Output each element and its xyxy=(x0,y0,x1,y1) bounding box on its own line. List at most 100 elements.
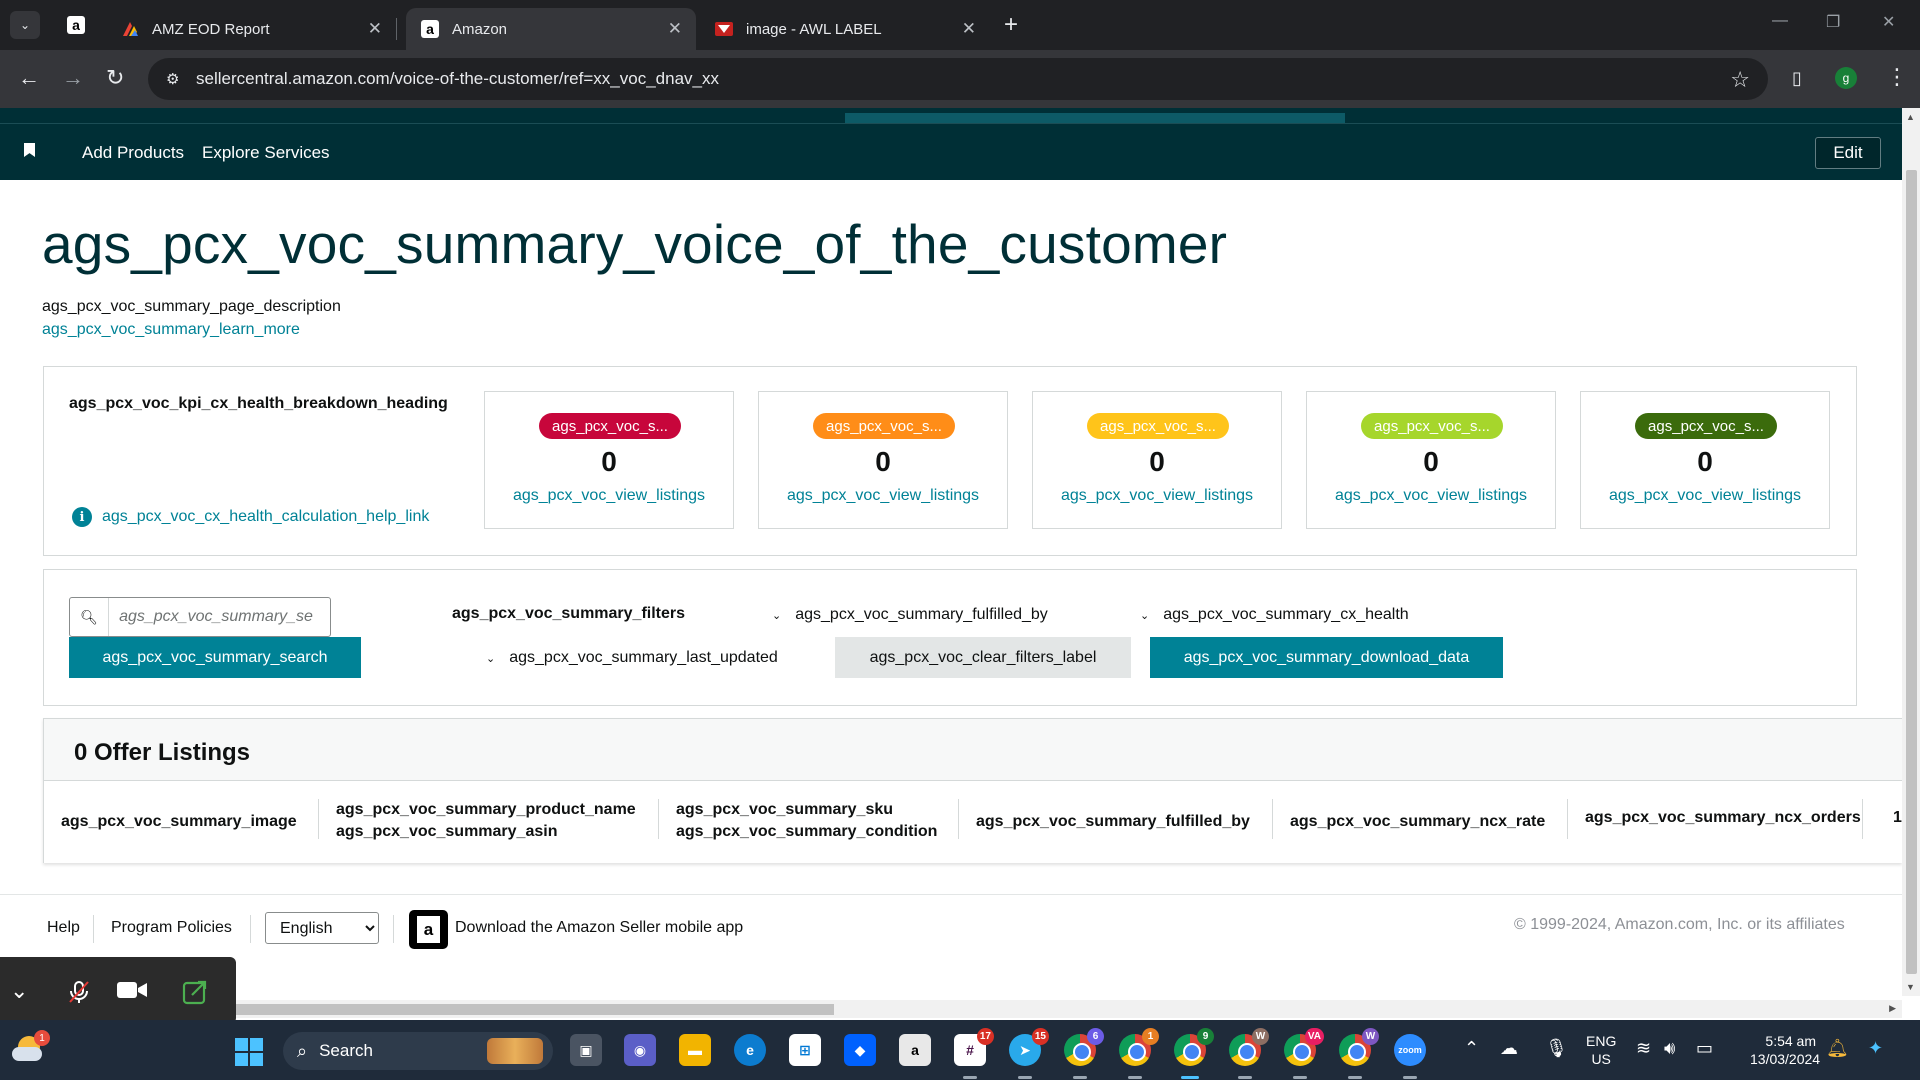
tab-awl-label[interactable]: image - AWL LABEL ✕ xyxy=(700,8,990,50)
scrollbar-thumb[interactable] xyxy=(236,1004,834,1015)
slack-icon[interactable]: # 17 xyxy=(954,1028,994,1066)
file-explorer-icon[interactable]: ▬ xyxy=(679,1034,711,1066)
system-clock[interactable]: 5:54 am 13/03/2024 xyxy=(1750,1032,1820,1068)
footer-help-link[interactable]: Help xyxy=(47,919,80,937)
close-tab-icon[interactable]: ✕ xyxy=(962,19,976,39)
edge-browser-icon[interactable]: e xyxy=(734,1034,766,1066)
language-select[interactable]: English xyxy=(265,912,379,944)
column-header-product-name[interactable]: ags_pcx_voc_summary_product_name ags_pcx_… xyxy=(336,799,636,843)
column-header-truncated[interactable]: 1 xyxy=(1893,807,1902,829)
forward-arrow-icon[interactable]: → xyxy=(62,66,84,90)
view-listings-link[interactable]: ags_pcx_voc_view_listings xyxy=(1581,487,1829,505)
search-button[interactable]: ags_pcx_voc_summary_search xyxy=(69,637,361,678)
notification-bell-icon[interactable]: 🔔︎ xyxy=(1826,1038,1849,1059)
tab-search-dropdown[interactable]: ⌄ xyxy=(10,11,40,39)
view-listings-link[interactable]: ags_pcx_voc_view_listings xyxy=(759,487,1007,505)
edit-nav-button[interactable]: Edit xyxy=(1815,137,1881,169)
chrome-profile-1-icon[interactable]: 6 xyxy=(1064,1028,1104,1066)
column-header-image[interactable]: ags_pcx_voc_summary_image xyxy=(61,811,297,833)
back-arrow-icon[interactable]: ← xyxy=(18,66,40,90)
chrome-profile-6-icon[interactable]: W xyxy=(1339,1028,1379,1066)
copilot-icon[interactable]: ✦ xyxy=(1868,1038,1883,1059)
health-calculation-help-link[interactable]: ags_pcx_voc_cx_health_calculation_help_l… xyxy=(102,508,429,526)
chrome-profile-2-icon[interactable]: 1 xyxy=(1119,1028,1159,1066)
column-header-ncx-rate[interactable]: ags_pcx_voc_summary_ncx_rate xyxy=(1290,811,1545,833)
scroll-right-icon[interactable]: ▶ xyxy=(1889,1003,1896,1014)
reload-icon[interactable]: ↻ xyxy=(106,66,124,90)
language-indicator[interactable]: ENG US xyxy=(1586,1032,1616,1068)
amazon-app-taskbar-icon[interactable]: a xyxy=(899,1034,931,1066)
chrome-profile-4-icon[interactable]: W xyxy=(1229,1028,1269,1066)
mic-off-icon[interactable] xyxy=(66,979,92,1010)
tab-amazon[interactable]: a Amazon ✕ xyxy=(406,8,696,50)
view-listings-link[interactable]: ags_pcx_voc_view_listings xyxy=(1307,487,1555,505)
view-listings-link[interactable]: ags_pcx_voc_view_listings xyxy=(1033,487,1281,505)
url-text: sellercentral.amazon.com/voice-of-the-cu… xyxy=(196,69,719,88)
footer-program-policies-link[interactable]: Program Policies xyxy=(111,919,232,937)
chrome-profile-3-icon[interactable]: 9 xyxy=(1174,1028,1214,1066)
scroll-up-icon[interactable]: ▲ xyxy=(1906,112,1915,122)
battery-icon[interactable]: ▭ xyxy=(1696,1038,1713,1059)
column-header-fulfilled-by[interactable]: ags_pcx_voc_summary_fulfilled_by xyxy=(976,811,1250,833)
microsoft-store-icon[interactable]: ⊞ xyxy=(789,1034,821,1066)
seller-central-nav: Add Products Explore Services Edit xyxy=(0,123,1902,180)
listings-count-title: 0 Offer Listings xyxy=(74,739,251,766)
tray-chevron-up-icon[interactable]: ⌃ xyxy=(1464,1038,1479,1059)
windows-start-icon[interactable] xyxy=(235,1038,263,1066)
horizontal-scrollbar[interactable]: ▶ xyxy=(236,1000,1902,1018)
vertical-scrollbar[interactable]: ▲ ▼ xyxy=(1902,108,1920,996)
windows-taskbar: 1 ⌕ Search ▣ ◉ ▬ e ⊞ ◆ a # 17 ➤ 15 6 1 9… xyxy=(0,1020,1920,1080)
download-app-link[interactable]: Download the Amazon Seller mobile app xyxy=(455,919,743,937)
task-view-icon[interactable]: ▣ xyxy=(570,1034,602,1066)
close-tab-icon[interactable]: ✕ xyxy=(368,19,382,39)
column-divider xyxy=(658,799,659,839)
zoom-icon[interactable]: zoom xyxy=(1394,1034,1426,1066)
clear-filters-button[interactable]: ags_pcx_voc_clear_filters_label xyxy=(835,637,1131,678)
fulfilled-by-dropdown[interactable]: ⌄ ags_pcx_voc_summary_fulfilled_by xyxy=(772,606,1048,624)
restore-icon[interactable]: ❐ xyxy=(1826,12,1840,32)
close-window-icon[interactable]: ✕ xyxy=(1882,12,1895,32)
taskbar-search[interactable]: ⌕ Search xyxy=(283,1032,553,1070)
onedrive-error-icon[interactable]: ☁ xyxy=(1500,1038,1518,1059)
learn-more-link[interactable]: ags_pcx_voc_summary_learn_more xyxy=(42,321,300,339)
amazon-app-icon[interactable]: a xyxy=(409,910,448,949)
bookmark-star-icon[interactable]: ☆ xyxy=(1730,67,1750,93)
column-header-sku[interactable]: ags_pcx_voc_summary_sku ags_pcx_voc_summa… xyxy=(676,799,937,843)
view-listings-link[interactable]: ags_pcx_voc_view_listings xyxy=(485,487,733,505)
chrome-profile-5-icon[interactable]: VA xyxy=(1284,1028,1324,1066)
new-tab-plus-icon[interactable]: + xyxy=(1004,12,1018,38)
wifi-icon[interactable]: ≋ xyxy=(1636,1038,1651,1059)
weather-widget-icon[interactable]: 1 xyxy=(12,1030,50,1066)
seller-central-header-strip xyxy=(0,108,1902,123)
close-tab-icon[interactable]: ✕ xyxy=(668,19,682,39)
collapse-chevron-icon[interactable]: ⌄ xyxy=(10,979,28,1003)
tab-amz-eod-report[interactable]: AMZ EOD Report ✕ xyxy=(106,8,396,50)
share-screen-icon[interactable] xyxy=(182,979,208,1010)
last-updated-dropdown[interactable]: ⌄ ags_pcx_voc_summary_last_updated xyxy=(486,649,778,667)
nav-explore-services[interactable]: Explore Services xyxy=(202,143,330,163)
volume-icon[interactable]: 🔊︎ xyxy=(1664,1038,1675,1059)
address-bar[interactable]: ⚙ sellercentral.amazon.com/voice-of-the-… xyxy=(148,58,1768,100)
kpi-heading: ags_pcx_voc_kpi_cx_health_breakdown_head… xyxy=(69,395,448,412)
nav-add-products[interactable]: Add Products xyxy=(82,143,184,163)
scroll-down-icon[interactable]: ▼ xyxy=(1906,982,1915,992)
video-camera-icon[interactable] xyxy=(116,979,148,1006)
telegram-icon[interactable]: ➤ 15 xyxy=(1009,1028,1049,1066)
scrollbar-thumb[interactable] xyxy=(1906,170,1917,974)
browser-menu-icon[interactable]: ⋮ xyxy=(1886,64,1908,90)
dropbox-icon[interactable]: ◆ xyxy=(844,1034,876,1066)
microphone-icon[interactable]: 🎙︎ xyxy=(1545,1038,1568,1059)
pinned-tab-amazon[interactable]: a xyxy=(58,10,94,40)
teams-meet-icon[interactable]: ◉ xyxy=(624,1034,656,1066)
info-icon: i xyxy=(72,507,92,527)
health-calculation-help[interactable]: i ags_pcx_voc_cx_health_calculation_help… xyxy=(72,507,429,527)
bookmark-icon[interactable] xyxy=(24,143,35,157)
column-header-ncx-orders[interactable]: ags_pcx_voc_summary_ncx_orders xyxy=(1585,807,1861,829)
search-input[interactable] xyxy=(119,608,330,626)
minimize-icon[interactable]: — xyxy=(1772,12,1788,30)
cx-health-dropdown[interactable]: ⌄ ags_pcx_voc_summary_cx_health xyxy=(1140,606,1409,624)
side-panel-icon[interactable]: ▯ xyxy=(1792,68,1802,89)
download-data-button[interactable]: ags_pcx_voc_summary_download_data xyxy=(1150,637,1503,678)
profile-avatar[interactable]: g xyxy=(1835,67,1857,89)
site-info-icon[interactable]: ⚙ xyxy=(166,70,184,88)
